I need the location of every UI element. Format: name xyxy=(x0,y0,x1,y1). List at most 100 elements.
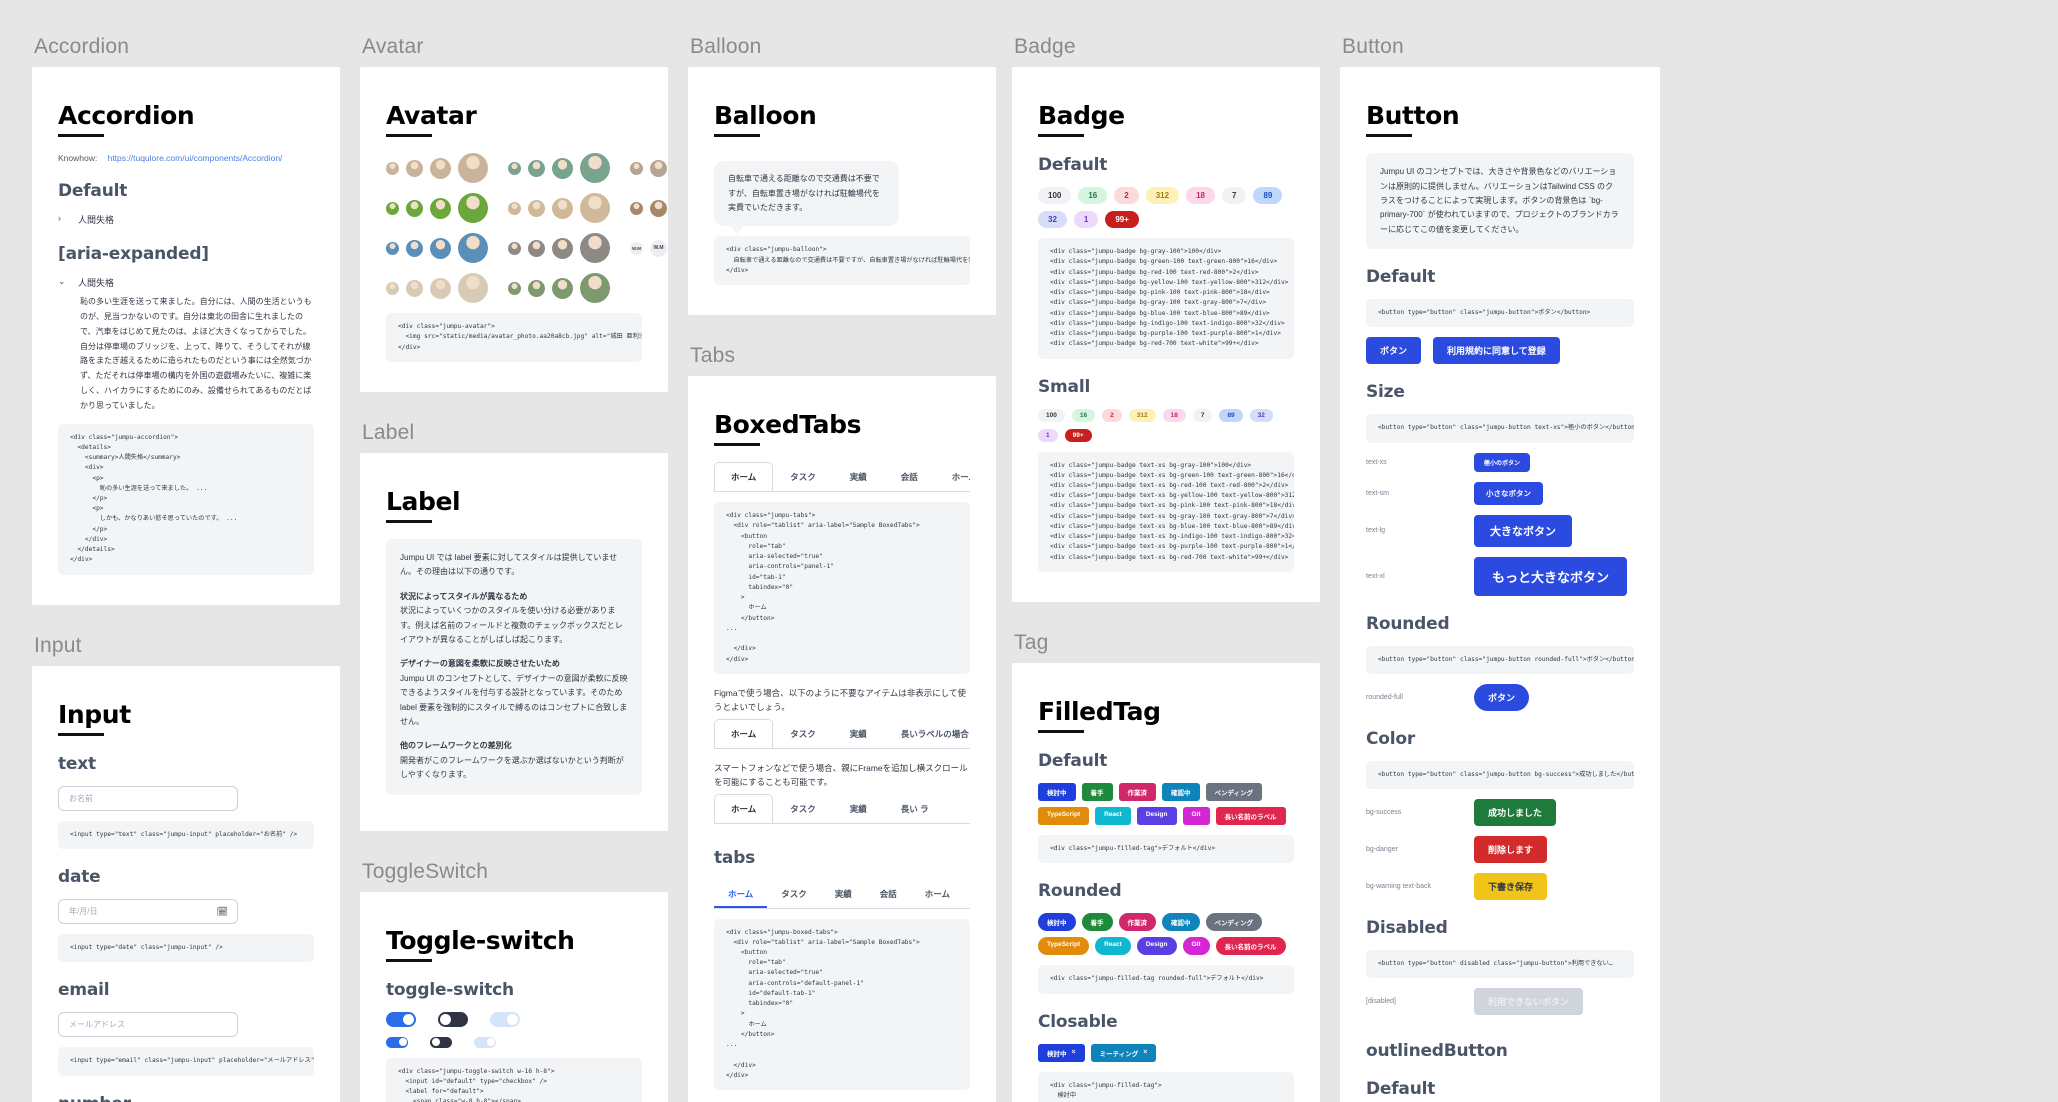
button-default-row: ボタン 利用規約に同意して登録 xyxy=(1366,337,1634,365)
toggle-knob xyxy=(431,1038,440,1047)
tab-4[interactable]: 会話 xyxy=(884,462,935,491)
avatar-initials: W.M xyxy=(630,241,643,255)
input-field-date[interactable] xyxy=(58,899,238,925)
close-icon[interactable]: × xyxy=(1072,1049,1076,1056)
tab-2[interactable]: タスク xyxy=(773,719,833,748)
tab-3[interactable]: 実績 xyxy=(833,794,884,823)
avatar-size-group xyxy=(508,193,610,224)
color-button-success[interactable]: 成功しました xyxy=(1474,799,1557,827)
knowhow-link[interactable]: https://tuqulore.com/ui/components/Accor… xyxy=(108,153,283,163)
balloon-code-block: <div class="jumpu-balloon"> 自転車で通える距離なので… xyxy=(714,236,970,286)
outlinedbutton-heading: outlinedButton xyxy=(1366,1041,1508,1062)
title-underline xyxy=(58,134,104,138)
close-icon[interactable]: × xyxy=(1143,1049,1147,1056)
label-title: Label xyxy=(386,487,461,517)
accordion-item-collapsed[interactable]: › 人間失格 xyxy=(58,213,314,226)
tag-default-code: <div class="jumpu-filled-tag">デフォルト</div… xyxy=(1038,835,1294,864)
tab-5[interactable]: ホーム xyxy=(935,462,970,491)
tabs-sub-title: tabs xyxy=(714,847,756,868)
default-button-2[interactable]: 利用規約に同意して登録 xyxy=(1433,337,1560,365)
tab-4[interactable]: 長いラベルの場合 xyxy=(884,719,970,748)
badge-item: 1 xyxy=(1038,428,1058,442)
size-button-xl[interactable]: もっと大きなボタン xyxy=(1474,556,1628,596)
button-disabled-heading: Disabled xyxy=(1366,918,1448,939)
tag-item: 確認中 xyxy=(1162,783,1200,802)
tab-6[interactable]: タスク xyxy=(964,880,970,908)
badge-item: 16 xyxy=(1071,408,1096,422)
toggle-switch-off[interactable] xyxy=(438,1011,468,1027)
input-field-email[interactable] xyxy=(58,1012,238,1038)
tab-5[interactable]: ホーム xyxy=(911,880,964,908)
column-badge-tag: Badge Badge Default 100 16 2 312 18 7 89 32 1 99+… xyxy=(1012,34,1320,1102)
button-disabled-row: [disabled] 利用できないボタン xyxy=(1366,988,1634,1016)
rounded-button[interactable]: ボタン xyxy=(1474,683,1530,711)
tag-item: 検討中 xyxy=(1038,783,1076,802)
tab-2[interactable]: タスク xyxy=(773,794,833,823)
button-size-row-sm: text-sm 小さなボタン xyxy=(1366,481,1634,505)
button-title: Button xyxy=(1366,101,1460,131)
tag-row-closable: 検討中 × ミーティング × xyxy=(1038,1043,1294,1062)
size-button-lg[interactable]: 大きなボタン xyxy=(1474,514,1572,547)
tab-3[interactable]: 実績 xyxy=(833,719,884,748)
size-label-xs: text-xs xyxy=(1366,458,1387,466)
tag-row-default: 検討中 着手 作業済 確認中 ペンディング TypeScript React Design Gi… xyxy=(1038,783,1294,826)
tab-1[interactable]: ホーム xyxy=(714,880,767,908)
input-code-email: <input type="email" class="jumpu-input" … xyxy=(58,1047,314,1076)
badge-item: 99+ xyxy=(1064,428,1092,442)
color-button-danger[interactable]: 削除します xyxy=(1474,836,1548,864)
avatar-photo xyxy=(386,161,399,175)
avatar-row: W.MW.MW.MW.M xyxy=(386,233,667,264)
toggle-switch-on[interactable] xyxy=(386,1011,416,1027)
tab-4[interactable]: 長い ラ xyxy=(884,794,946,823)
accordion-item-label: 人間失格 xyxy=(78,278,115,289)
avatar-photo xyxy=(458,153,488,184)
tab-3[interactable]: 実績 xyxy=(833,462,884,491)
tab-1[interactable]: ホーム xyxy=(714,462,774,492)
default-button-1[interactable]: ボタン xyxy=(1366,337,1422,365)
input-field-date-wrap: 🗓 xyxy=(58,899,238,925)
tab-1[interactable]: ホーム xyxy=(714,718,774,748)
avatar-size-group xyxy=(508,273,610,304)
tag-item: 確認中 xyxy=(1162,913,1200,932)
toggle-switch-small-on[interactable] xyxy=(386,1036,408,1048)
size-button-xs[interactable]: 極小のボタン xyxy=(1474,452,1531,472)
badge-item: 2 xyxy=(1114,187,1139,205)
color-label-warning: bg-warning text-back xyxy=(1366,883,1431,891)
toggle-switch-small-off[interactable] xyxy=(430,1036,452,1048)
button-disabled-code: <button type="button" disabled class="ju… xyxy=(1366,950,1634,979)
tab-1[interactable]: ホーム xyxy=(714,793,774,823)
avatar-size-group xyxy=(386,153,488,184)
tab-3[interactable]: 実績 xyxy=(821,880,866,908)
color-button-warning[interactable]: 下書き保存 xyxy=(1474,873,1548,901)
title-underline xyxy=(1038,134,1084,138)
accordion-item-expanded[interactable]: ⌄ 人間失格 xyxy=(58,276,314,289)
accordion-default-heading: Default xyxy=(58,181,128,202)
tab-4[interactable]: 会話 xyxy=(866,880,911,908)
avatar-code-block: <div class="jumpu-avatar"> <img src="sta… xyxy=(386,313,642,362)
toggleswitch-code-block: <div class="jumpu-toggle-switch w-16 h-8… xyxy=(386,1057,642,1102)
tab-2[interactable]: タスク xyxy=(773,462,833,491)
input-field-text[interactable] xyxy=(58,785,238,811)
avatar-photo xyxy=(528,279,545,297)
label-infobox: Jumpu UI では label 要素に対してスタイルは提供していません。その… xyxy=(386,539,642,795)
avatar-size-group xyxy=(386,233,488,264)
chevron-down-icon: ⌄ xyxy=(58,276,66,287)
size-button-sm[interactable]: 小さなボタン xyxy=(1474,481,1543,505)
avatar-initials: W.M xyxy=(650,239,667,257)
toggle-switch-small-disabled xyxy=(474,1036,496,1048)
badge-item: 99+ xyxy=(1105,211,1139,229)
tag-item: TypeScript xyxy=(1038,937,1090,956)
tag-label: 検討中 xyxy=(1047,1050,1067,1058)
tab-2[interactable]: タスク xyxy=(767,880,821,908)
tag-item: ペンディング xyxy=(1205,783,1263,802)
knowhow-line: Knowhow: https://tuqulore.com/ui/compone… xyxy=(58,153,314,163)
input-field-email-wrap xyxy=(58,1012,238,1038)
input-field-text-wrap xyxy=(58,785,238,811)
outlined-default-heading: Default xyxy=(1366,1079,1436,1100)
avatar-photo xyxy=(386,281,399,295)
button-rounded-row: rounded-full ボタン xyxy=(1366,683,1634,711)
accordion-title: Accordion xyxy=(58,101,195,131)
disabled-label: [disabled] xyxy=(1366,998,1396,1006)
knowhow-label: Knowhow: xyxy=(58,153,98,164)
badge-item: 89 xyxy=(1253,187,1283,205)
